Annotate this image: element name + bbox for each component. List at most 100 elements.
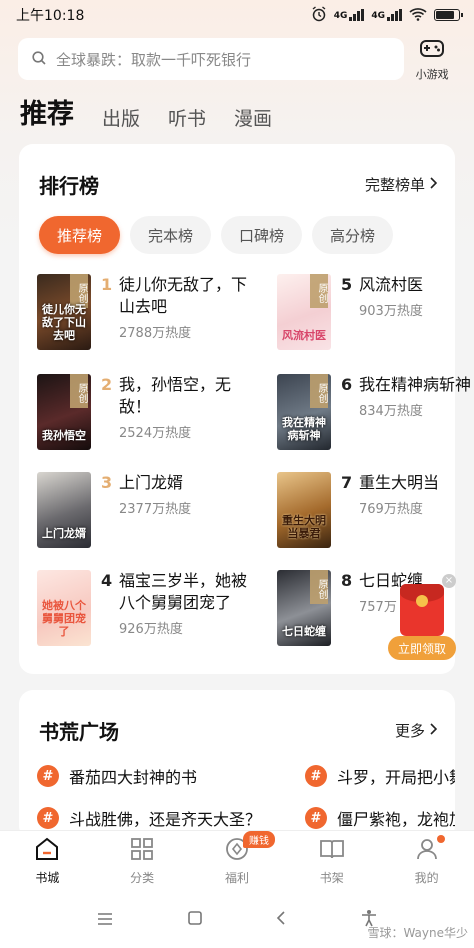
book-cover: 原创 我孙悟空 <box>37 374 91 450</box>
rank-number: 7 <box>341 473 353 492</box>
home-square-icon[interactable] <box>187 910 203 930</box>
hashtag-icon: # <box>37 765 59 787</box>
book-item[interactable]: 原创 我在精神病斩神 6 我在精神病斩神 834万热度 <box>277 374 474 456</box>
nav-label: 书架 <box>319 871 344 885</box>
grid-icon <box>130 837 154 865</box>
original-tag: 原创 <box>310 374 328 408</box>
chip-reputation[interactable]: 口碑榜 <box>221 216 303 254</box>
watermark: 雪球：Wayne华少 <box>367 926 468 940</box>
battery-icon <box>434 9 463 21</box>
book-item[interactable]: 她被八个舅舅团宠了 4 福宝三岁半，她被八个舅舅团宠了 926万热度 <box>37 570 247 652</box>
mini-game-label: 小游戏 <box>415 67 449 81</box>
nav-category[interactable]: 分类 <box>102 837 182 886</box>
book-cover: 她被八个舅舅团宠了 <box>37 570 91 646</box>
chevron-right-icon <box>429 175 438 193</box>
book-heat: 926万热度 <box>119 622 183 637</box>
tab-comics[interactable]: 漫画 <box>234 104 272 133</box>
rank-number: 2 <box>101 375 113 394</box>
book-item[interactable]: 原创 我孙悟空 2 我，孙悟空，无敌！ 2524万热度 <box>37 374 247 456</box>
topic-item[interactable]: # 斗战胜佛，还是齐天大圣？ <box>37 806 297 830</box>
book-title: 徒儿你无敌了，下山去吧 <box>119 275 248 316</box>
ranking-title: 排行榜 <box>39 173 99 198</box>
red-envelope-promo[interactable]: × 立即领取 <box>388 574 458 664</box>
original-tag: 原创 <box>70 374 88 408</box>
nav-profile[interactable]: 我的 <box>387 835 467 886</box>
book-title: 我，孙悟空，无敌！ <box>119 375 232 416</box>
book-item[interactable]: 原创 风流村医 5 风流村医 903万热度 <box>277 274 474 356</box>
book-item[interactable]: 重生大明当暴君 7 重生大明当 769万热度 <box>277 472 474 554</box>
cover-title: 我孙悟空 <box>42 429 86 442</box>
original-tag: 原创 <box>310 570 328 604</box>
close-icon[interactable]: × <box>442 574 456 588</box>
book-cover: 原创 七日蛇缠 <box>277 570 331 646</box>
book-cover: 上门龙婿 <box>37 472 91 548</box>
topic-item[interactable]: # 斗罗，开局把小舞 <box>305 764 455 788</box>
more-link[interactable]: 更多 <box>394 720 438 741</box>
cover-title: 徒儿你无敌了下山去吧 <box>42 303 86 342</box>
book-item[interactable]: 原创 徒儿你无敌了下山去吧 1 徒儿你无敌了，下山去吧 2788万热度 <box>37 274 247 356</box>
rank-number: 8 <box>341 571 353 590</box>
search-row: 全球暴跌：取款一千吓死银行 小游戏 <box>18 36 458 82</box>
book-heat: 903万热度 <box>359 304 423 319</box>
search-placeholder: 全球暴跌：取款一千吓死银行 <box>56 50 252 69</box>
chip-completed[interactable]: 完本榜 <box>130 216 212 254</box>
bottom-nav: 书城 分类 赚钱 福利 书架 我的 <box>0 830 474 892</box>
status-icons: 4G 4G <box>311 5 463 25</box>
chip-high-score[interactable]: 高分榜 <box>312 216 394 254</box>
book-title: 上门龙婿 <box>119 473 184 492</box>
search-input[interactable]: 全球暴跌：取款一千吓死银行 <box>18 38 405 80</box>
topic-item[interactable]: # 僵尸紫袍，龙袍加 <box>305 806 455 830</box>
book-heat: 2524万热度 <box>119 426 192 441</box>
earn-badge: 赚钱 <box>242 831 275 848</box>
status-time: 上午10:18 <box>16 8 85 24</box>
chip-recommend[interactable]: 推荐榜 <box>39 216 121 254</box>
notification-dot <box>436 835 445 843</box>
book-title: 我在精神病斩神 <box>359 375 472 394</box>
nav-welfare[interactable]: 赚钱 福利 <box>197 831 277 886</box>
book-title: 福宝三岁半，她被八个舅舅团宠了 <box>119 571 248 612</box>
cover-title: 风流村医 <box>282 329 326 342</box>
book-square-header: 书荒广场 更多 <box>19 690 455 770</box>
wifi-icon <box>409 7 427 24</box>
more-label: 更多 <box>394 721 425 740</box>
gamepad-icon <box>419 37 445 63</box>
hashtag-icon: # <box>305 807 327 829</box>
alarm-icon <box>311 5 327 25</box>
menu-icon[interactable] <box>96 911 114 930</box>
rank-number: 5 <box>341 275 353 294</box>
nav-bookshelf[interactable]: 书架 <box>292 837 372 886</box>
status-bar: 上午10:18 4G 4G <box>0 0 474 30</box>
back-icon[interactable] <box>275 910 287 930</box>
topic-text: 斗罗，开局把小舞 <box>337 768 455 787</box>
nav-label: 书城 <box>35 871 60 885</box>
book-cover: 原创 我在精神病斩神 <box>277 374 331 450</box>
tab-publish[interactable]: 出版 <box>102 104 140 133</box>
claim-now-button[interactable]: 立即领取 <box>388 636 456 660</box>
topic-item[interactable]: # 番茄四大封神的书 <box>37 764 247 788</box>
ranking-header: 排行榜 完整榜单 <box>19 144 455 224</box>
nav-bookstore[interactable]: 书城 <box>7 837 87 886</box>
tab-recommend[interactable]: 推荐 <box>20 92 74 133</box>
hashtag-icon: # <box>305 765 327 787</box>
rank-number: 4 <box>101 571 113 590</box>
cover-title: 上门龙婿 <box>42 527 86 540</box>
book-cover: 原创 徒儿你无敌了下山去吧 <box>37 274 91 350</box>
book-heat: 2377万热度 <box>119 502 192 517</box>
book-square-card: 书荒广场 更多 # 番茄四大封神的书 # 斗罗，开局把小舞 # 斗战胜佛，还是齐… <box>19 690 455 840</box>
search-icon <box>32 50 46 69</box>
topic-text: 僵尸紫袍，龙袍加 <box>337 810 455 829</box>
home-icon <box>34 837 60 865</box>
topic-text: 斗战胜佛，还是齐天大圣？ <box>69 810 262 829</box>
full-ranking-link[interactable]: 完整榜单 <box>365 174 438 195</box>
chevron-right-icon <box>429 721 438 739</box>
book-icon <box>319 837 345 865</box>
user-icon <box>415 837 439 865</box>
mini-game-button[interactable]: 小游戏 <box>406 37 458 82</box>
nav-label: 福利 <box>224 871 249 885</box>
nav-label: 分类 <box>130 871 155 885</box>
cover-title: 七日蛇缠 <box>282 625 326 638</box>
signal-icon-1: 4G <box>334 9 365 21</box>
rank-number: 6 <box>341 375 353 394</box>
book-item[interactable]: 上门龙婿 3 上门龙婿 2377万热度 <box>37 472 247 554</box>
tab-audio[interactable]: 听书 <box>168 104 206 133</box>
